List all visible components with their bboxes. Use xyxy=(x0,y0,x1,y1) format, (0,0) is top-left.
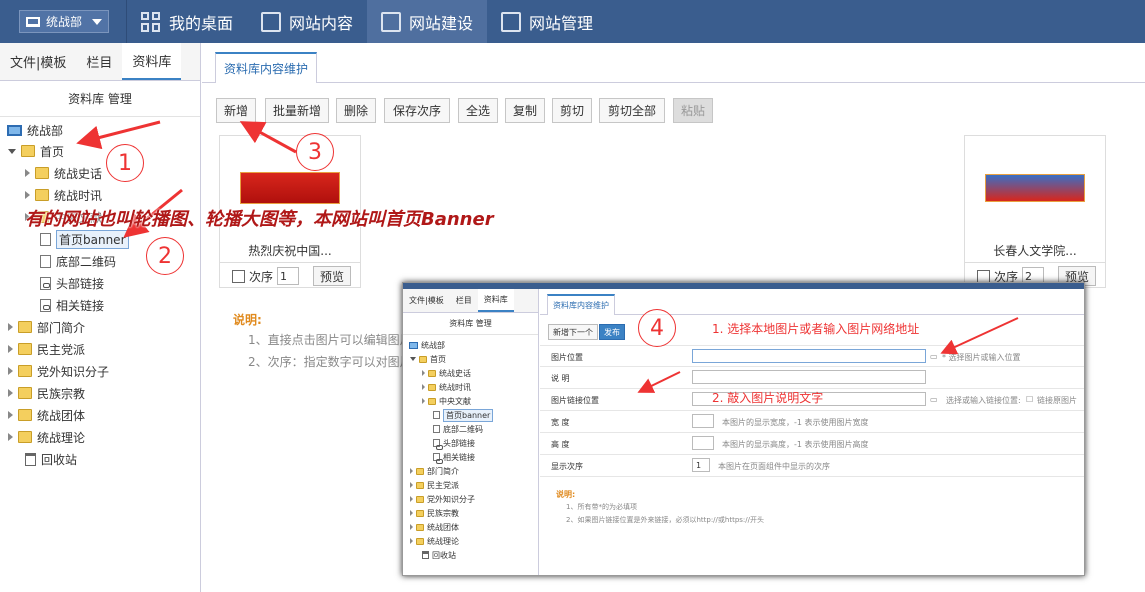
arrow-4 xyxy=(940,317,1019,355)
arrow-1 xyxy=(76,120,161,150)
annotation-step1: 1. 选择本地图片或者输入图片网络地址 xyxy=(712,322,920,336)
arrow-3 xyxy=(239,121,297,154)
annotation-arrows xyxy=(76,120,1019,393)
annotation-banner-text: 有的网站也叫轮播图、轮播大图等，本网站叫首页Banner xyxy=(25,209,494,230)
step-circle: 3 xyxy=(296,133,334,171)
step-circle: 1 xyxy=(106,144,144,182)
step-circle: 4 xyxy=(638,309,676,347)
step-circle: 2 xyxy=(146,237,184,275)
arrow-5 xyxy=(637,371,681,393)
annotation-step2: 2. 敲入图片说明文字 xyxy=(712,391,824,405)
